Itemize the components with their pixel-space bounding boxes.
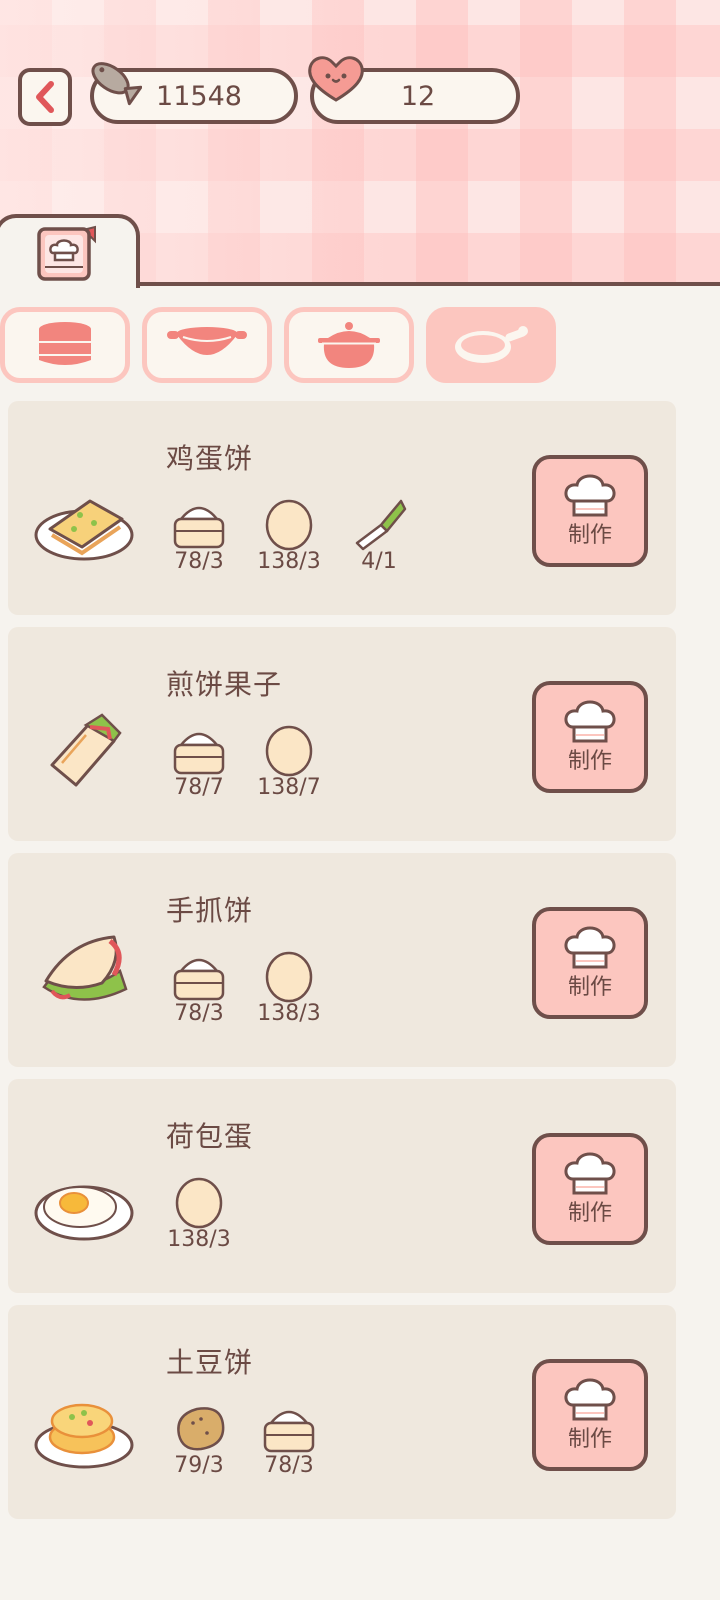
- egg-icon: [265, 725, 313, 777]
- scallion-icon: [355, 499, 407, 551]
- heart-face-icon: [308, 56, 364, 102]
- steamer-icon: [39, 322, 91, 365]
- egg-icon: [175, 1177, 223, 1229]
- recipe-name: 荷包蛋: [166, 1120, 254, 1153]
- make-button-label: 制作: [567, 1427, 612, 1452]
- recipe-card: 土豆饼 79/3 78/3 制作: [8, 1305, 676, 1519]
- ingredient-count: 138/7: [257, 775, 321, 800]
- egg-icon: [265, 499, 313, 551]
- ingredient-egg: 138/7: [244, 723, 334, 813]
- ingredient-count: 78/3: [264, 1453, 314, 1478]
- ingredient-egg: 138/3: [244, 497, 334, 587]
- back-button[interactable]: [18, 68, 72, 126]
- flour-steamer-icon: [173, 506, 225, 549]
- back-arrow-icon: [36, 81, 54, 113]
- ingredient-scallion: 4/1: [334, 497, 424, 587]
- jianbing-dish-image: [50, 713, 122, 787]
- make-button-label: 制作: [567, 975, 612, 1000]
- recipe-card: 荷包蛋 138/3 制作: [8, 1079, 676, 1293]
- category-frying-pan[interactable]: [426, 307, 556, 383]
- fish-icon: [91, 62, 142, 106]
- wok-icon: [167, 327, 247, 355]
- make-button-label: 制作: [567, 1201, 612, 1226]
- shouzhuabing-dish-image: [42, 935, 128, 1001]
- recipe-card: 煎饼果子 78/7 138/7 制作: [8, 627, 676, 841]
- make-button[interactable]: 制作: [532, 455, 648, 567]
- fish-count: 11548: [156, 80, 242, 112]
- make-button-label: 制作: [567, 523, 612, 548]
- potato-pancake-dish-image: [34, 1403, 134, 1469]
- recipe-name: 煎饼果子: [166, 668, 283, 701]
- chef-hat-icon: [564, 474, 616, 517]
- ingredient-flour: 78/7: [154, 723, 244, 813]
- heart-count: 12: [400, 80, 436, 112]
- ingredient-count: 78/3: [174, 1001, 224, 1026]
- chef-hat-icon: [564, 1378, 616, 1421]
- category-clay-pot[interactable]: [284, 307, 414, 383]
- egg-pancake-dish-image: [34, 499, 134, 561]
- ingredient-count: 78/3: [174, 549, 224, 574]
- category-wok[interactable]: [142, 307, 272, 383]
- chef-hat-icon: [564, 1152, 616, 1195]
- recipe-name: 鸡蛋饼: [166, 442, 254, 475]
- ingredient-count: 138/3: [257, 1001, 321, 1026]
- ingredient-count: 79/3: [174, 1453, 224, 1478]
- egg-icon: [265, 951, 313, 1003]
- ingredient-potato: 79/3: [154, 1401, 244, 1491]
- recipe-card: 鸡蛋饼 78/3 138/3 4/1 制作: [8, 401, 676, 615]
- flour-steamer-icon: [173, 958, 225, 1001]
- clay-pot-icon: [318, 322, 380, 368]
- ingredient-count: 138/3: [167, 1227, 231, 1252]
- make-button-label: 制作: [567, 749, 612, 774]
- make-button[interactable]: 制作: [532, 681, 648, 793]
- flour-steamer-icon: [173, 732, 225, 775]
- make-button[interactable]: 制作: [532, 907, 648, 1019]
- chef-hat-icon: [564, 926, 616, 969]
- recipe-name: 手抓饼: [166, 894, 254, 927]
- recipe-card: 手抓饼 78/3 138/3 制作: [8, 853, 676, 1067]
- recipe-book-icon: [37, 225, 96, 281]
- ingredient-flour: 78/3: [154, 497, 244, 587]
- ingredient-flour: 78/3: [244, 1401, 334, 1491]
- frying-pan-icon: [455, 326, 528, 363]
- make-button[interactable]: 制作: [532, 1359, 648, 1471]
- fried-egg-dish-image: [34, 1185, 134, 1241]
- make-button[interactable]: 制作: [532, 1133, 648, 1245]
- ingredient-egg: 138/3: [244, 949, 334, 1039]
- category-steamer[interactable]: [0, 307, 130, 383]
- ingredient-count: 4/1: [361, 549, 397, 574]
- potato-icon: [177, 1407, 225, 1451]
- ingredient-egg: 138/3: [154, 1175, 244, 1265]
- ingredient-count: 138/3: [257, 549, 321, 574]
- chef-hat-icon: [564, 700, 616, 743]
- recipe-name: 土豆饼: [166, 1346, 254, 1379]
- flour-steamer-icon: [263, 1410, 315, 1453]
- ingredient-flour: 78/3: [154, 949, 244, 1039]
- ingredient-count: 78/7: [174, 775, 224, 800]
- tab-recipes[interactable]: [0, 214, 140, 288]
